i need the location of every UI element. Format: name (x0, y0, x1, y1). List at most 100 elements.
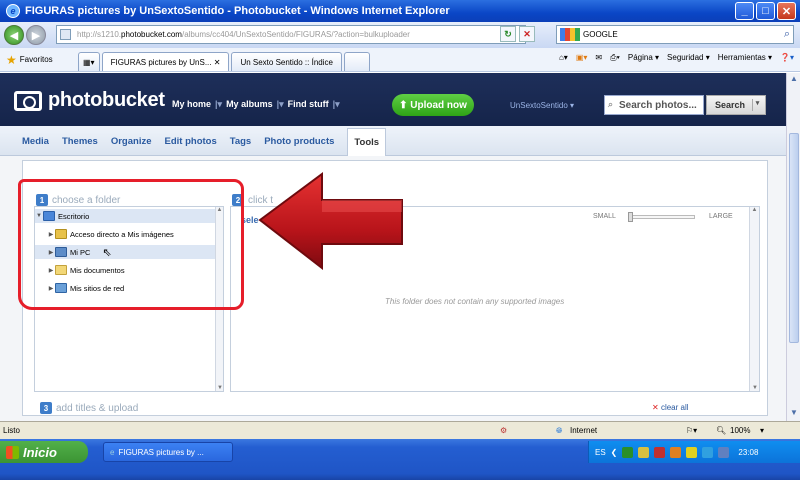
tray-display-icon[interactable] (718, 446, 730, 458)
tab-organize[interactable]: Organize (111, 136, 152, 155)
maximize-button[interactable]: □ (756, 2, 775, 20)
tab-un-sexto-sentido[interactable]: Un Sexto Sentido :: Índice (231, 52, 342, 71)
tree-item-mi-pc[interactable]: ▶ Mi PC ⇖ (35, 245, 218, 259)
url-domain: photobucket.com (121, 30, 182, 39)
tree-item-escritorio[interactable]: ▼ Escritorio (35, 209, 218, 223)
favorites-star-icon[interactable]: ★ (6, 53, 17, 67)
close-button[interactable]: ✕ (777, 2, 796, 20)
chevron-down-icon[interactable]: ▾ (752, 99, 762, 111)
tab-tools[interactable]: Tools (347, 128, 387, 156)
expand-icon[interactable]: ▼ (35, 213, 43, 219)
collapse-arrow-icon[interactable]: ▶ (47, 249, 55, 256)
tab-media[interactable]: Media (22, 136, 49, 155)
page-menu[interactable]: Página ▾ (628, 53, 659, 63)
clear-icon: ✕ (652, 403, 661, 412)
clear-all-link[interactable]: ✕ clear all (652, 403, 689, 412)
language-indicator[interactable]: ES (595, 448, 606, 457)
help-icon[interactable]: ❓▾ (780, 53, 794, 63)
search-input[interactable]: ⌕ Search photos... (604, 95, 704, 115)
internet-zone-icon: 🌐︎ (556, 425, 563, 435)
back-button[interactable]: ◀ (4, 25, 24, 45)
tree-item-acceso-directo[interactable]: ▶ Acceso directo a Mis imágenes (47, 227, 174, 241)
sub-nav: Media Themes Organize Edit photos Tags P… (0, 126, 786, 156)
scroll-down-icon[interactable]: ▼ (216, 385, 224, 391)
slider-handle[interactable] (628, 212, 633, 222)
logo-text: photobucket (48, 89, 165, 111)
scroll-up-icon[interactable]: ▲ (750, 207, 759, 213)
ie-logo-icon: e (6, 4, 20, 18)
step-number: 2 (232, 194, 244, 206)
folder-tree[interactable]: ▼ Escritorio ▶ Acceso directo a Mis imág… (34, 206, 224, 392)
favorites-label[interactable]: Favoritos (20, 55, 53, 64)
tray-update-icon[interactable] (686, 446, 698, 458)
new-tab-button[interactable] (343, 52, 370, 71)
upload-now-button[interactable]: ⬆ Upload now (392, 94, 474, 116)
collapse-arrow-icon[interactable]: ▶ (47, 267, 55, 274)
tray-security-icon[interactable] (670, 446, 682, 458)
browser-window: e FIGURAS pictures by UnSextoSentido - P… (0, 0, 800, 480)
tab-label: Un Sexto Sentido :: Índice (240, 57, 333, 67)
tree-label: Escritorio (58, 211, 90, 221)
chevron-down-icon[interactable]: ▾ (760, 426, 764, 435)
protected-mode-icon[interactable]: ⚐▾ (686, 426, 697, 435)
content-scrollbar[interactable]: ▲ ▼ (749, 207, 759, 391)
upload-label: Upload now (410, 99, 467, 111)
tab-photo-products[interactable]: Photo products (264, 136, 334, 155)
tree-scrollbar[interactable]: ▲ ▼ (215, 207, 223, 391)
mail-icon[interactable]: ✉ (595, 53, 602, 63)
scroll-down-icon[interactable]: ▼ (750, 385, 760, 391)
user-menu[interactable]: UnSextoSentido ▾ (510, 101, 574, 110)
forward-button[interactable]: ▶ (26, 25, 46, 45)
start-button[interactable]: Inicio (0, 441, 88, 463)
clock[interactable]: 23:08 (738, 448, 758, 457)
security-menu[interactable]: Seguridad ▾ (667, 53, 710, 63)
scroll-up-icon[interactable]: ▲ (216, 207, 223, 213)
tab-edit-photos[interactable]: Edit photos (165, 136, 217, 155)
nav-my-home[interactable]: My home (172, 99, 211, 110)
refresh-button[interactable]: ↻ (500, 26, 516, 42)
tab-themes[interactable]: Themes (62, 136, 98, 155)
tree-item-mis-sitios-de-red[interactable]: ▶ Mis sitios de red (47, 281, 124, 295)
step3-label: add titles & upload (56, 402, 139, 414)
photobucket-logo[interactable]: photobucket (14, 89, 165, 112)
scroll-up-icon[interactable]: ▲ (788, 74, 800, 86)
tray-network-icon[interactable] (638, 446, 650, 458)
tab-figuras[interactable]: FIGURAS pictures by UnS... ✕ (101, 52, 230, 71)
tray-messenger-icon[interactable] (702, 446, 714, 458)
system-tray: ES ❮ 23:08 (588, 441, 800, 463)
step-number: 3 (40, 402, 52, 414)
tray-volume-icon[interactable] (654, 446, 666, 458)
step-number: 1 (36, 194, 48, 206)
taskbar-item-ie[interactable]: e FIGURAS pictures by ... (103, 442, 233, 462)
address-field[interactable]: http://s1210. photobucket.com/albums/cc40… (56, 25, 526, 44)
computer-icon (55, 247, 67, 257)
collapse-arrow-icon[interactable]: ▶ (47, 285, 55, 292)
search-engine-field[interactable]: GOOGLE ⌕ (556, 25, 794, 44)
tools-menu[interactable]: Herramientas ▾ (718, 53, 772, 63)
home-icon[interactable]: ⌂▾ (559, 53, 568, 63)
search-icon[interactable]: ⌕ (784, 28, 790, 41)
zoom-level[interactable]: 100% (730, 426, 750, 435)
collapse-arrow-icon[interactable]: ▶ (47, 231, 55, 238)
tray-app-icon[interactable] (622, 446, 634, 458)
tree-item-mis-documentos[interactable]: ▶ Mis documentos (47, 263, 125, 277)
minimize-button[interactable]: _ (735, 2, 754, 20)
nav-find-stuff[interactable]: Find stuff (288, 99, 329, 110)
scroll-down-icon[interactable]: ▼ (788, 408, 800, 420)
nav-my-albums[interactable]: My albums (226, 99, 273, 110)
quick-tabs-button[interactable]: ▦▾ (78, 52, 100, 71)
print-icon[interactable]: ⎙▾ (610, 53, 620, 63)
tab-tags[interactable]: Tags (230, 136, 251, 155)
taskbar: Inicio e FIGURAS pictures by ... ES ❮ 23… (0, 439, 800, 480)
feeds-icon[interactable]: ▣▾ (576, 53, 588, 63)
main-nav: My home |▾ My albums |▾ Find stuff |▾ (172, 99, 340, 110)
zoom-icon[interactable]: 🔍︎ (716, 426, 726, 435)
scroll-thumb[interactable] (789, 133, 799, 343)
search-icon: ⌕ (608, 99, 614, 109)
tray-expand-icon[interactable]: ❮ (611, 448, 618, 457)
page-scrollbar[interactable]: ▲ ▼ (786, 73, 800, 421)
search-button[interactable]: Search ▾ (706, 95, 766, 115)
tree-label: Mi PC (70, 247, 91, 257)
stop-button[interactable]: ✕ (519, 26, 535, 42)
thumbnail-size-slider[interactable] (628, 212, 695, 222)
